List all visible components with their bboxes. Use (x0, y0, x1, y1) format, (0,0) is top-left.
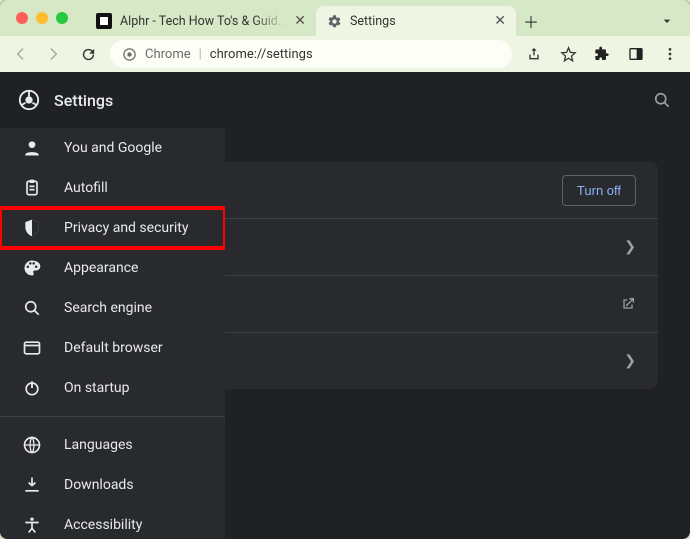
scheme-label: Chrome (145, 47, 191, 62)
browser-window-icon (22, 338, 42, 358)
tabs-dropdown-button[interactable] (652, 6, 682, 36)
window-minimize-button[interactable] (36, 12, 48, 24)
favicon-alphr (96, 13, 112, 29)
window-controls (10, 0, 74, 36)
sidebar-item-search-engine[interactable]: Search engine (0, 288, 225, 328)
gear-icon (326, 13, 342, 29)
sidebar-group-advanced: Languages Downloads Accessibility (0, 416, 225, 539)
power-icon (22, 378, 42, 398)
reload-button[interactable] (76, 42, 100, 66)
sidebar-item-on-startup[interactable]: On startup (0, 368, 225, 408)
sidebar-item-label: Languages (64, 437, 133, 453)
chrome-menu-button[interactable] (658, 42, 682, 66)
address-bar[interactable]: Chrome | chrome://settings (110, 40, 512, 68)
chevron-right-icon: ❯ (624, 239, 636, 255)
turn-off-sync-button[interactable]: Turn off (562, 175, 636, 206)
search-icon (22, 298, 42, 318)
open-in-new-icon (620, 296, 636, 312)
sidebar-item-label: Default browser (64, 340, 163, 356)
sidebar-item-autofill[interactable]: Autofill (0, 168, 225, 208)
sidebar-item-you-and-google[interactable]: You and Google (0, 128, 225, 168)
extensions-button[interactable] (590, 42, 614, 66)
sidebar-item-privacy-and-security[interactable]: Privacy and security (0, 208, 225, 248)
window-close-button[interactable] (16, 12, 28, 24)
settings-sidebar[interactable]: You and Google Autofill Privacy and secu… (0, 128, 225, 539)
person-icon (22, 138, 42, 158)
separator: | (199, 47, 202, 62)
sidebar-item-downloads[interactable]: Downloads (0, 465, 225, 505)
sidebar-item-languages[interactable]: Languages (0, 425, 225, 465)
search-settings-button[interactable] (652, 90, 672, 110)
sidebar-item-default-browser[interactable]: Default browser (0, 328, 225, 368)
tabs: Alphr - Tech How To's & Guides ✕ Setting… (86, 0, 652, 36)
settings-header: Settings (0, 72, 690, 128)
shield-icon (22, 218, 42, 238)
browser-window: Alphr - Tech How To's & Guides ✕ Setting… (0, 0, 690, 539)
tab-alphr[interactable]: Alphr - Tech How To's & Guides ✕ (86, 6, 316, 36)
back-button[interactable] (8, 42, 32, 66)
window-zoom-button[interactable] (56, 12, 68, 24)
url-text: chrome://settings (210, 47, 313, 62)
settings-title: Settings (54, 91, 113, 110)
new-tab-button[interactable]: ＋ (516, 6, 546, 36)
close-tab-icon[interactable]: ✕ (494, 13, 506, 29)
globe-icon (22, 435, 42, 455)
chevron-right-icon: ❯ (624, 353, 636, 369)
share-button[interactable] (522, 42, 546, 66)
sidebar-item-label: Autofill (64, 180, 108, 196)
chrome-logo-icon (18, 89, 40, 111)
side-panel-button[interactable] (624, 42, 648, 66)
settings-page: Settings @gmail.com Turn off ❯ (0, 72, 690, 539)
sidebar-item-appearance[interactable]: Appearance (0, 248, 225, 288)
sidebar-item-label: Downloads (64, 477, 134, 493)
bookmark-button[interactable] (556, 42, 580, 66)
tab-settings[interactable]: Settings ✕ (316, 6, 516, 36)
sidebar-item-label: Accessibility (64, 517, 142, 533)
tab-title: Settings (350, 14, 486, 29)
accessibility-icon (22, 515, 42, 535)
sidebar-item-label: On startup (64, 380, 130, 396)
close-tab-icon[interactable]: ✕ (294, 13, 306, 29)
sidebar-item-label: Appearance (64, 260, 138, 276)
tab-strip: Alphr - Tech How To's & Guides ✕ Setting… (0, 0, 690, 36)
tab-title: Alphr - Tech How To's & Guides (120, 14, 286, 29)
palette-icon (22, 258, 42, 278)
download-icon (22, 475, 42, 495)
sidebar-item-accessibility[interactable]: Accessibility (0, 505, 225, 539)
sidebar-group-main: You and Google Autofill Privacy and secu… (0, 128, 225, 408)
sidebar-item-label: You and Google (64, 140, 162, 156)
clipboard-icon (22, 178, 42, 198)
chrome-scheme-icon (122, 47, 137, 62)
toolbar: Chrome | chrome://settings (0, 36, 690, 72)
sidebar-item-label: Privacy and security (64, 220, 188, 236)
sidebar-item-label: Search engine (64, 300, 152, 316)
forward-button[interactable] (42, 42, 66, 66)
